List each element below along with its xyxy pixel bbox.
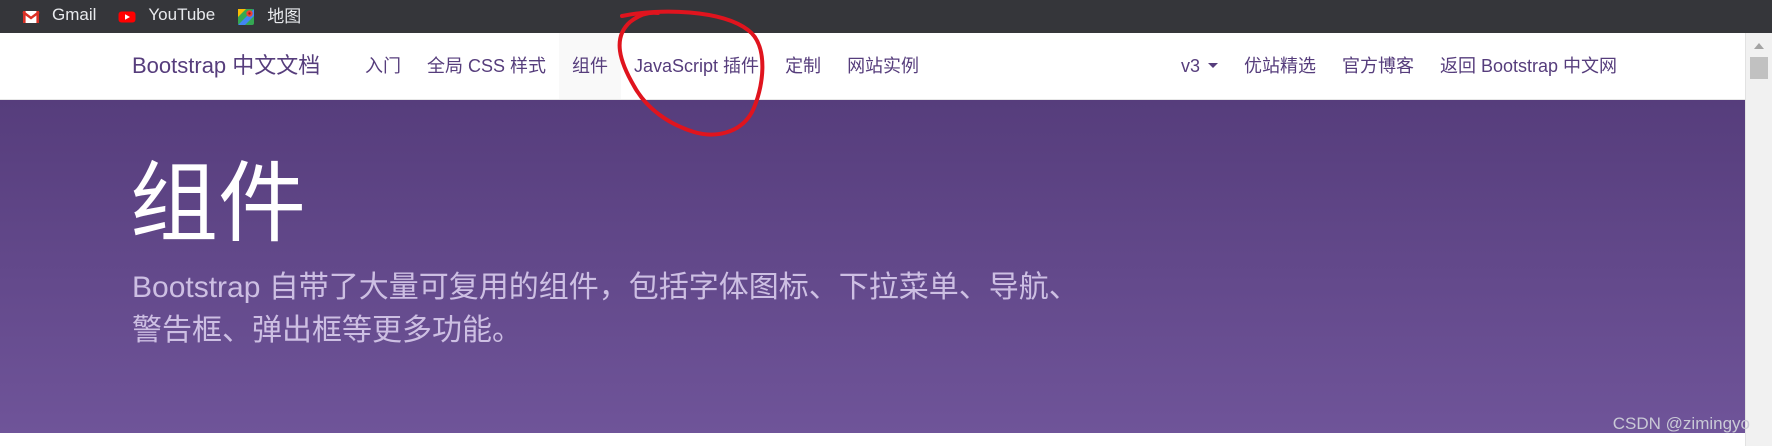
navbar-brand[interactable]: Bootstrap 中文文档	[132, 33, 320, 99]
nav-item-components[interactable]: 组件	[559, 33, 622, 99]
watermark: CSDN @zimingyo	[1612, 414, 1750, 433]
nav-item-customize[interactable]: 定制	[772, 33, 834, 99]
scroll-up-arrow-icon[interactable]	[1754, 43, 1764, 49]
nav-item-javascript[interactable]: JavaScript 插件	[621, 33, 772, 99]
content-area	[0, 433, 1745, 446]
caret-down-icon	[1208, 62, 1219, 68]
page-scrollbar[interactable]	[1745, 33, 1772, 446]
nav-item-getting-started[interactable]: 入门	[352, 33, 414, 99]
nav-item-back-home[interactable]: 返回 Bootstrap 中文网	[1427, 33, 1630, 99]
bookmark-maps[interactable]: 地图	[233, 0, 305, 33]
nav-item-featured-sites[interactable]: 优站精选	[1231, 33, 1329, 99]
youtube-icon	[118, 11, 136, 22]
scroll-thumb[interactable]	[1750, 57, 1768, 79]
page-lead: Bootstrap 自带了大量可复用的组件，包括字体图标、下拉菜单、导航、 警告…	[132, 266, 1132, 352]
bookmark-label: Gmail	[52, 4, 97, 24]
lead-line-1: Bootstrap 自带了大量可复用的组件，包括字体图标、下拉菜单、导航、	[132, 271, 1079, 304]
navbar-left-menu: 入门 全局 CSS 样式 组件 JavaScript 插件 定制 网站实例	[352, 33, 932, 99]
version-label: v3	[1181, 56, 1201, 76]
maps-icon	[238, 8, 255, 25]
nav-item-css[interactable]: 全局 CSS 样式	[414, 33, 559, 99]
site-navbar: Bootstrap 中文文档 入门 全局 CSS 样式 组件 JavaScrip…	[0, 33, 1745, 100]
bookmark-label: 地图	[267, 7, 302, 26]
gmail-icon	[22, 10, 40, 23]
lead-line-2: 警告框、弹出框等更多功能。	[132, 314, 522, 347]
version-dropdown[interactable]: v3	[1168, 33, 1231, 99]
bookmark-label: YouTube	[148, 4, 216, 24]
bookmark-gmail[interactable]: Gmail	[18, 0, 100, 33]
bookmarks-bar: Gmail YouTube 地图	[0, 0, 1772, 33]
navbar-right-menu: v3 优站精选 官方博客 返回 Bootstrap 中文网	[1168, 33, 1630, 99]
nav-item-examples[interactable]: 网站实例	[834, 33, 932, 99]
bookmark-youtube[interactable]: YouTube	[114, 0, 219, 33]
nav-item-blog[interactable]: 官方博客	[1329, 33, 1427, 99]
page-title: 组件	[130, 154, 307, 253]
page-header-hero: 组件 Bootstrap 自带了大量可复用的组件，包括字体图标、下拉菜单、导航、…	[0, 100, 1745, 433]
